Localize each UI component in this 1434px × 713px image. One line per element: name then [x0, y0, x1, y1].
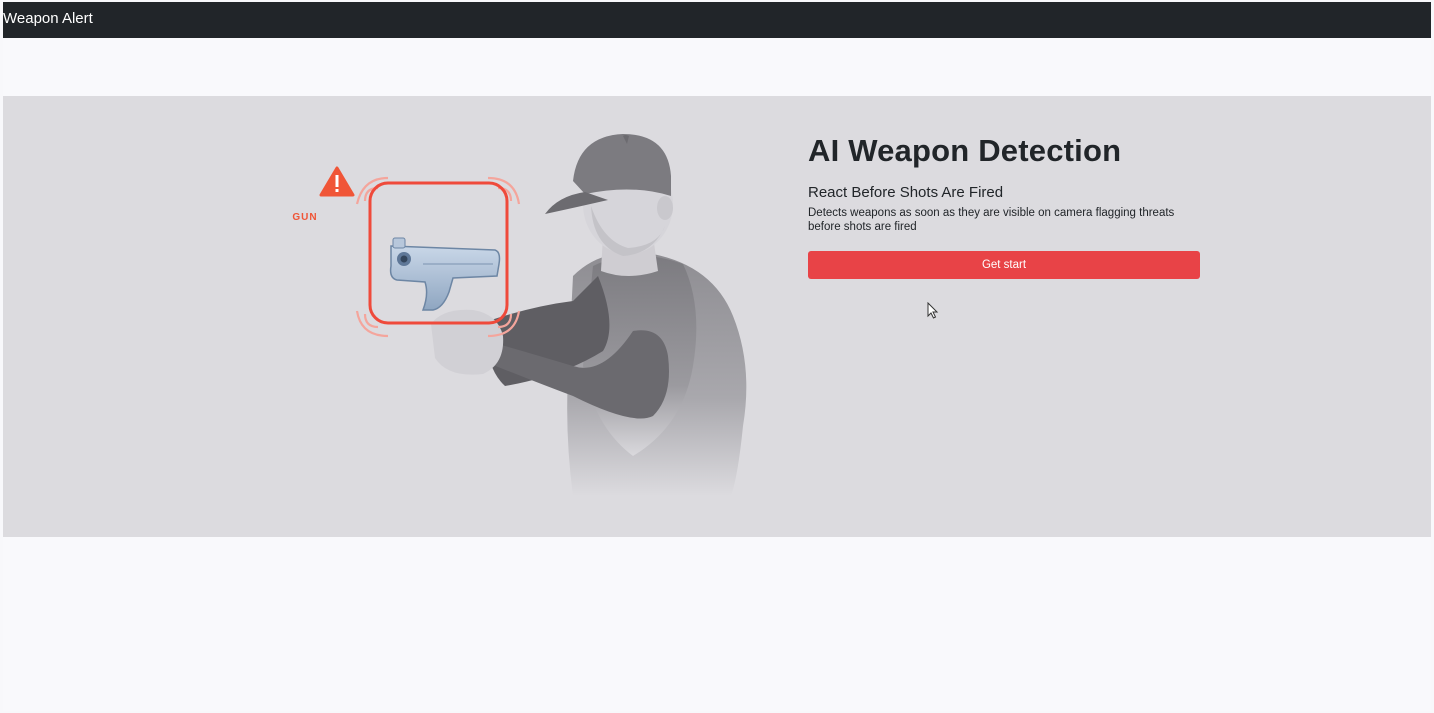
gun-label: GUN [292, 212, 317, 223]
hero-illustration: GUN [292, 134, 747, 496]
get-start-button[interactable]: Get start [808, 251, 1200, 279]
navbar-brand[interactable]: Weapon Alert [3, 10, 93, 28]
person-figure [431, 134, 747, 496]
page-title: AI Weapon Detection [808, 133, 1122, 168]
navbar: Weapon Alert [3, 2, 1431, 38]
warning-icon [319, 166, 355, 197]
hero-text: AI Weapon Detection React Before Shots A… [808, 132, 1201, 279]
hero-section: GUN AI Weapon Detection React Before Sho… [3, 96, 1431, 537]
pistol-graphic [389, 237, 501, 311]
hero-subtitle: React Before Shots Are Fired [808, 184, 1004, 201]
hero-description: Detects weapons as soon as they are visi… [808, 207, 1175, 233]
mouse-cursor-icon [927, 302, 939, 319]
page: Weapon Alert GUN AI Weapon Detection Rea… [3, 2, 1431, 711]
